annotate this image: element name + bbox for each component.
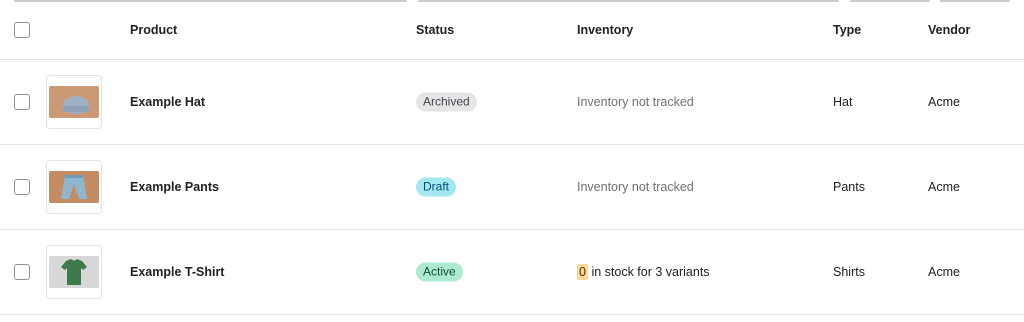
table-row[interactable]: Example T-Shirt Active 0 in stock for 3 … <box>0 230 1024 315</box>
product-type: Hat <box>833 95 853 109</box>
hat-image <box>49 86 99 118</box>
status-badge: Active <box>416 262 463 282</box>
product-thumbnail[interactable] <box>46 75 102 129</box>
table-row[interactable]: Example Hat Archived Inventory not track… <box>0 60 1024 145</box>
status-badge: Archived <box>416 92 477 112</box>
product-name[interactable]: Example Hat <box>130 95 205 109</box>
inventory-count: 0 <box>577 264 588 280</box>
product-type: Pants <box>833 180 865 194</box>
table-header: Product Status Inventory Type Vendor <box>0 0 1024 60</box>
inventory-cell: 0 in stock for 3 variants <box>577 264 710 280</box>
pants-image <box>49 171 99 203</box>
status-badge: Draft <box>416 177 457 197</box>
header-product[interactable]: Product <box>130 23 177 37</box>
inventory-text: Inventory not tracked <box>577 95 694 109</box>
product-vendor: Acme <box>928 95 960 109</box>
header-status[interactable]: Status <box>416 23 454 37</box>
inventory-suffix: in stock for 3 variants <box>591 265 710 279</box>
header-vendor[interactable]: Vendor <box>928 23 970 37</box>
product-thumbnail[interactable] <box>46 245 102 299</box>
inventory-text: Inventory not tracked <box>577 180 694 194</box>
product-vendor: Acme <box>928 180 960 194</box>
product-name[interactable]: Example T-Shirt <box>130 265 224 279</box>
status-cell: Active <box>416 262 463 282</box>
product-vendor: Acme <box>928 265 960 279</box>
status-cell: Archived <box>416 92 477 112</box>
products-table: Product Status Inventory Type Vendor Exa… <box>0 0 1024 315</box>
header-type[interactable]: Type <box>833 23 861 37</box>
product-name[interactable]: Example Pants <box>130 180 219 194</box>
product-thumbnail[interactable] <box>46 160 102 214</box>
row-checkbox[interactable] <box>14 94 30 110</box>
table-row[interactable]: Example Pants Draft Inventory not tracke… <box>0 145 1024 230</box>
header-inventory[interactable]: Inventory <box>577 23 633 37</box>
select-all-checkbox[interactable] <box>14 21 30 38</box>
status-cell: Draft <box>416 177 457 197</box>
product-type: Shirts <box>833 265 865 279</box>
row-checkbox[interactable] <box>14 264 30 280</box>
t-shirt-image <box>49 256 99 288</box>
row-checkbox[interactable] <box>14 179 30 195</box>
